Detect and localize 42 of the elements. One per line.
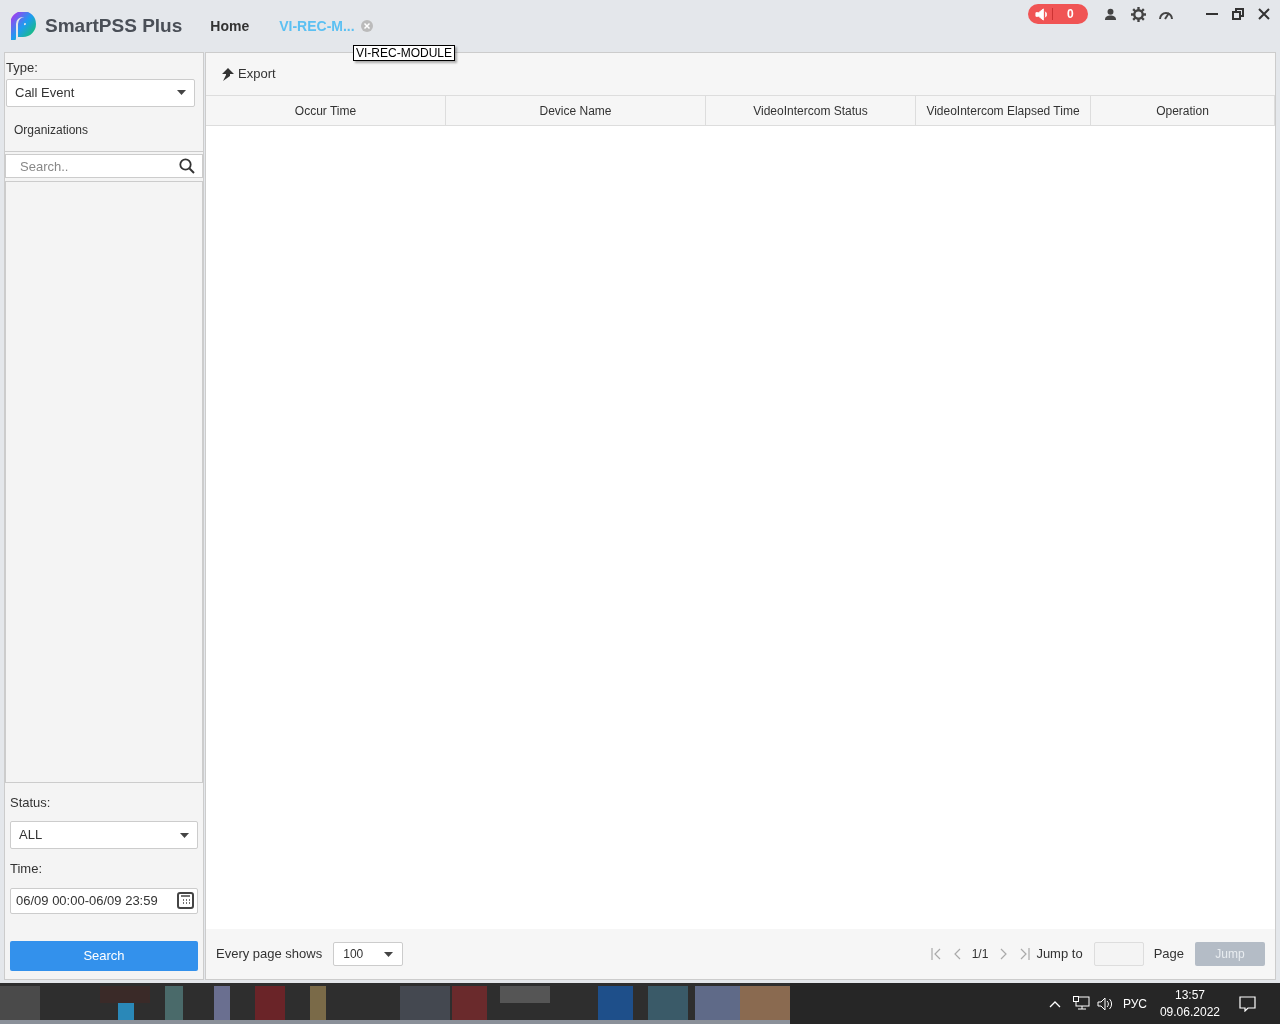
status-dropdown[interactable]: ALL: [10, 821, 198, 849]
network-icon[interactable]: [1072, 996, 1090, 1011]
page-label: Page: [1153, 945, 1184, 964]
time-field[interactable]: 06/09 00:00-06/09 23:59: [10, 887, 198, 914]
user-icon[interactable]: [1104, 7, 1117, 21]
column-header: VideoIntercom Elapsed Time: [916, 96, 1091, 125]
settings-icon[interactable]: [1131, 6, 1146, 22]
app-title: SmartPSS Plus: [45, 13, 183, 38]
caret-icon: [177, 90, 186, 95]
column-header: VideoIntercom Status: [706, 96, 916, 125]
tab[interactable]: Home: [210, 15, 250, 37]
page-number-field[interactable]: [1093, 942, 1144, 966]
page-size-label: Every page shows: [216, 945, 323, 964]
clock-date: 09.06.2022: [1159, 1003, 1220, 1021]
speaker-icon: [1035, 7, 1048, 21]
calendar-icon: [177, 892, 194, 909]
caret-icon: [384, 951, 394, 957]
tooltip: VI-REC-MODULE: [353, 45, 455, 61]
column-header: Device Name: [446, 96, 706, 125]
column-header: Occur Time: [206, 96, 446, 125]
export-button[interactable]: Export: [221, 64, 276, 84]
time-label: Time:: [10, 860, 44, 878]
status-label: Status:: [10, 793, 52, 812]
logo-icon: [11, 12, 39, 40]
language-indicator[interactable]: РУС: [1122, 994, 1147, 1013]
close-icon[interactable]: [1258, 8, 1270, 20]
arrow-icon: [221, 67, 234, 81]
search-icon[interactable]: [179, 157, 195, 174]
caret-icon: [180, 832, 189, 838]
notification-icon[interactable]: [1239, 995, 1256, 1012]
volume-icon[interactable]: [1096, 996, 1113, 1011]
jump-to-label: Jump to: [1036, 945, 1083, 964]
type-dropdown[interactable]: Call Event: [6, 78, 195, 107]
clock-time: 13:57: [1174, 986, 1205, 1004]
restore-icon[interactable]: [1232, 8, 1244, 20]
search-field[interactable]: Search..: [5, 154, 203, 178]
column-header: Operation: [1091, 96, 1275, 125]
page-info: 1/1: [971, 946, 989, 963]
chevron-up-icon[interactable]: [1048, 999, 1061, 1008]
type-label: Type:: [6, 59, 39, 77]
page-size-dropdown[interactable]: 100: [333, 942, 404, 966]
organizations-label: Organizations: [14, 121, 90, 139]
